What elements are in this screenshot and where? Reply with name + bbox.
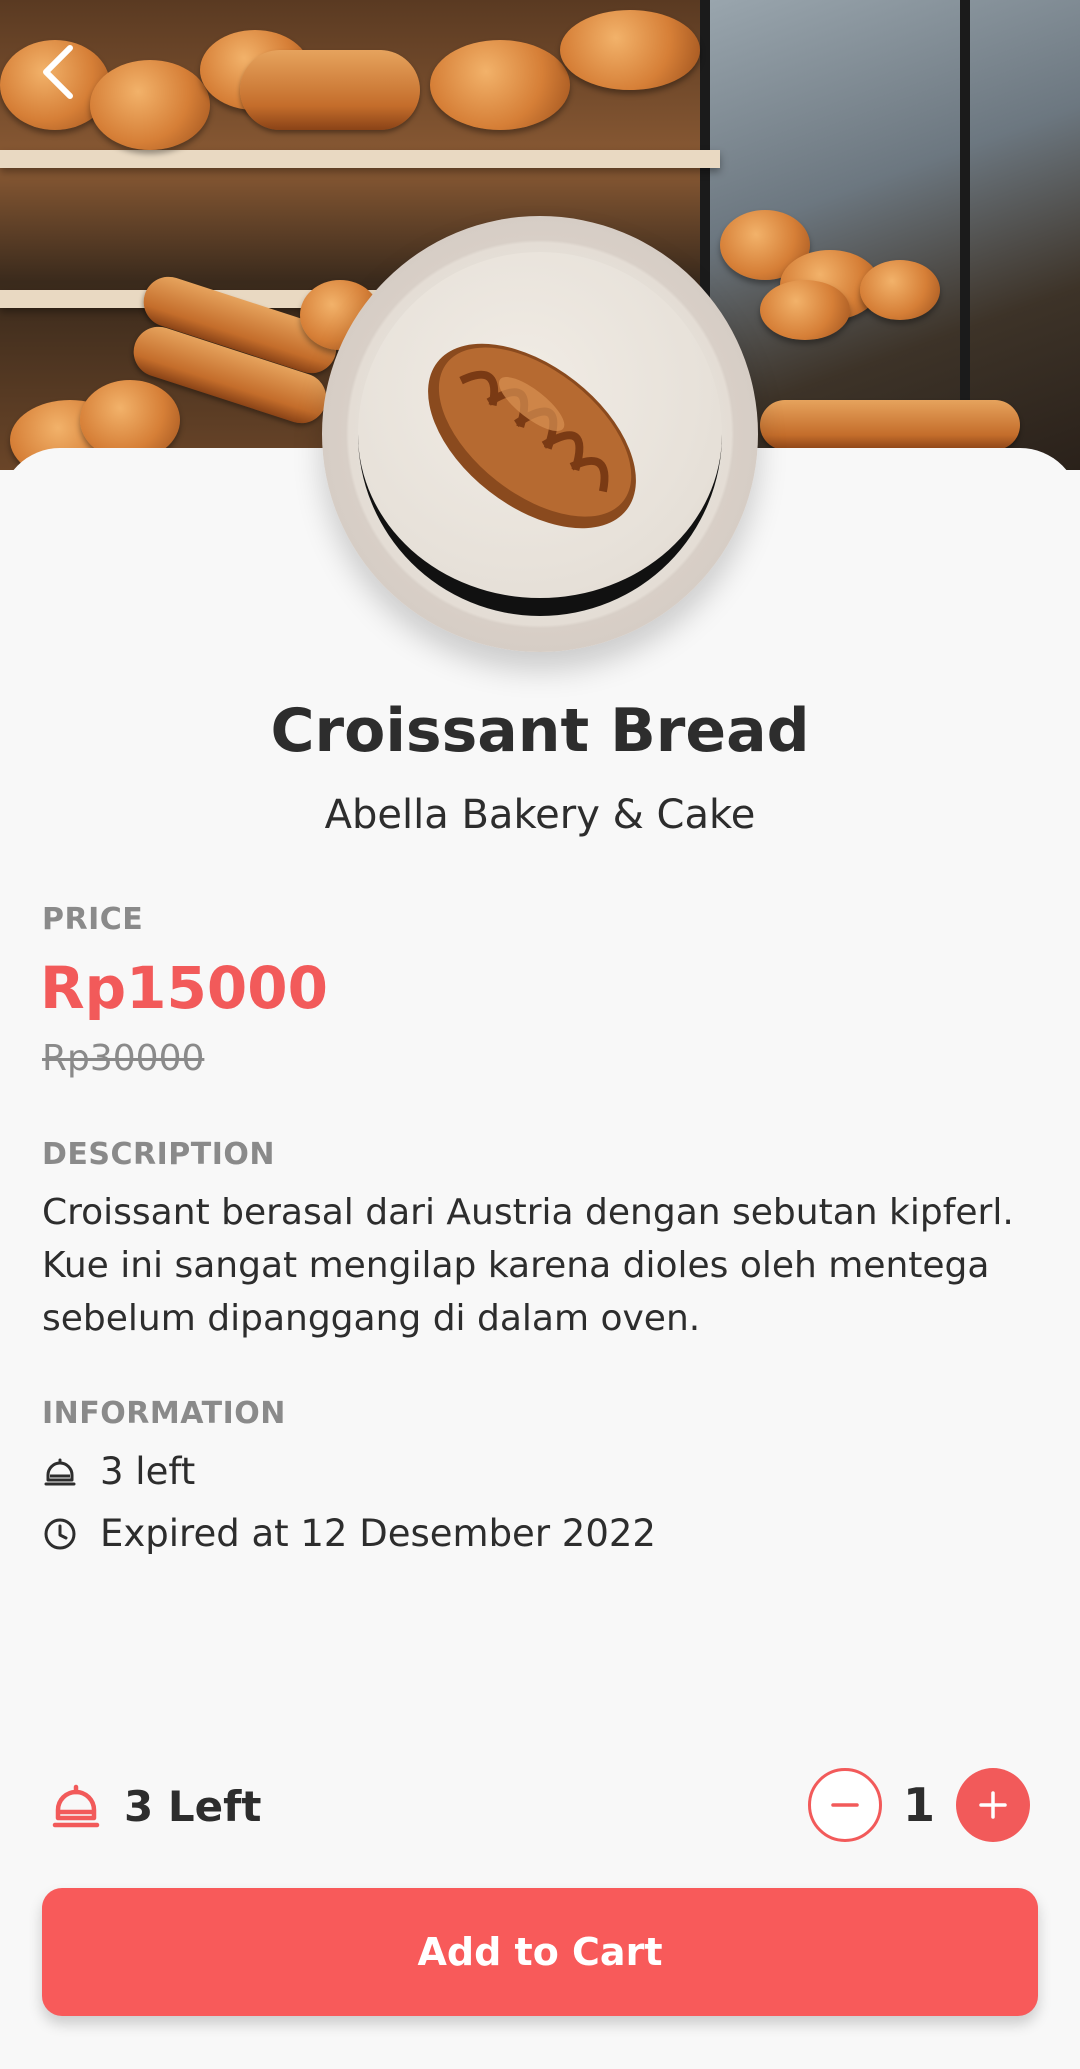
info-expiry-text: Expired at 12 Desember 2022: [100, 1512, 656, 1555]
description-label: DESCRIPTION: [42, 1137, 276, 1172]
add-to-cart-button[interactable]: Add to Cart: [42, 1888, 1038, 2016]
store-name: Abella Bakery & Cake: [324, 792, 756, 838]
back-button[interactable]: [34, 40, 90, 104]
original-price: Rp30000: [42, 1038, 205, 1079]
current-price: Rp15000: [40, 954, 328, 1022]
bell-icon: [52, 1784, 100, 1828]
decrease-quantity-button[interactable]: [808, 1768, 882, 1842]
info-expiry-row: Expired at 12 Desember 2022: [42, 1512, 656, 1555]
clock-icon: [44, 1518, 76, 1549]
product-image: [322, 216, 758, 652]
quantity-stepper: 1: [808, 1768, 1030, 1842]
chevron-left-icon: [43, 45, 73, 99]
stock-indicator: 3 Left: [50, 1780, 261, 1832]
stock-text: 3 Left: [124, 1781, 262, 1831]
minus-icon: [831, 1803, 859, 1807]
bell-icon: [44, 1458, 76, 1485]
info-stock-row: 3 left: [42, 1450, 195, 1493]
price-label: PRICE: [42, 902, 144, 937]
description-text: Croissant berasal dari Austria dengan se…: [42, 1192, 1014, 1339]
quantity-value: 1: [902, 1778, 935, 1832]
info-stock-text: 3 left: [100, 1450, 196, 1493]
increase-quantity-button[interactable]: [956, 1768, 1030, 1842]
plus-icon: [979, 1791, 1007, 1819]
product-title: Croissant Bread: [270, 696, 810, 766]
information-label: INFORMATION: [42, 1396, 286, 1431]
